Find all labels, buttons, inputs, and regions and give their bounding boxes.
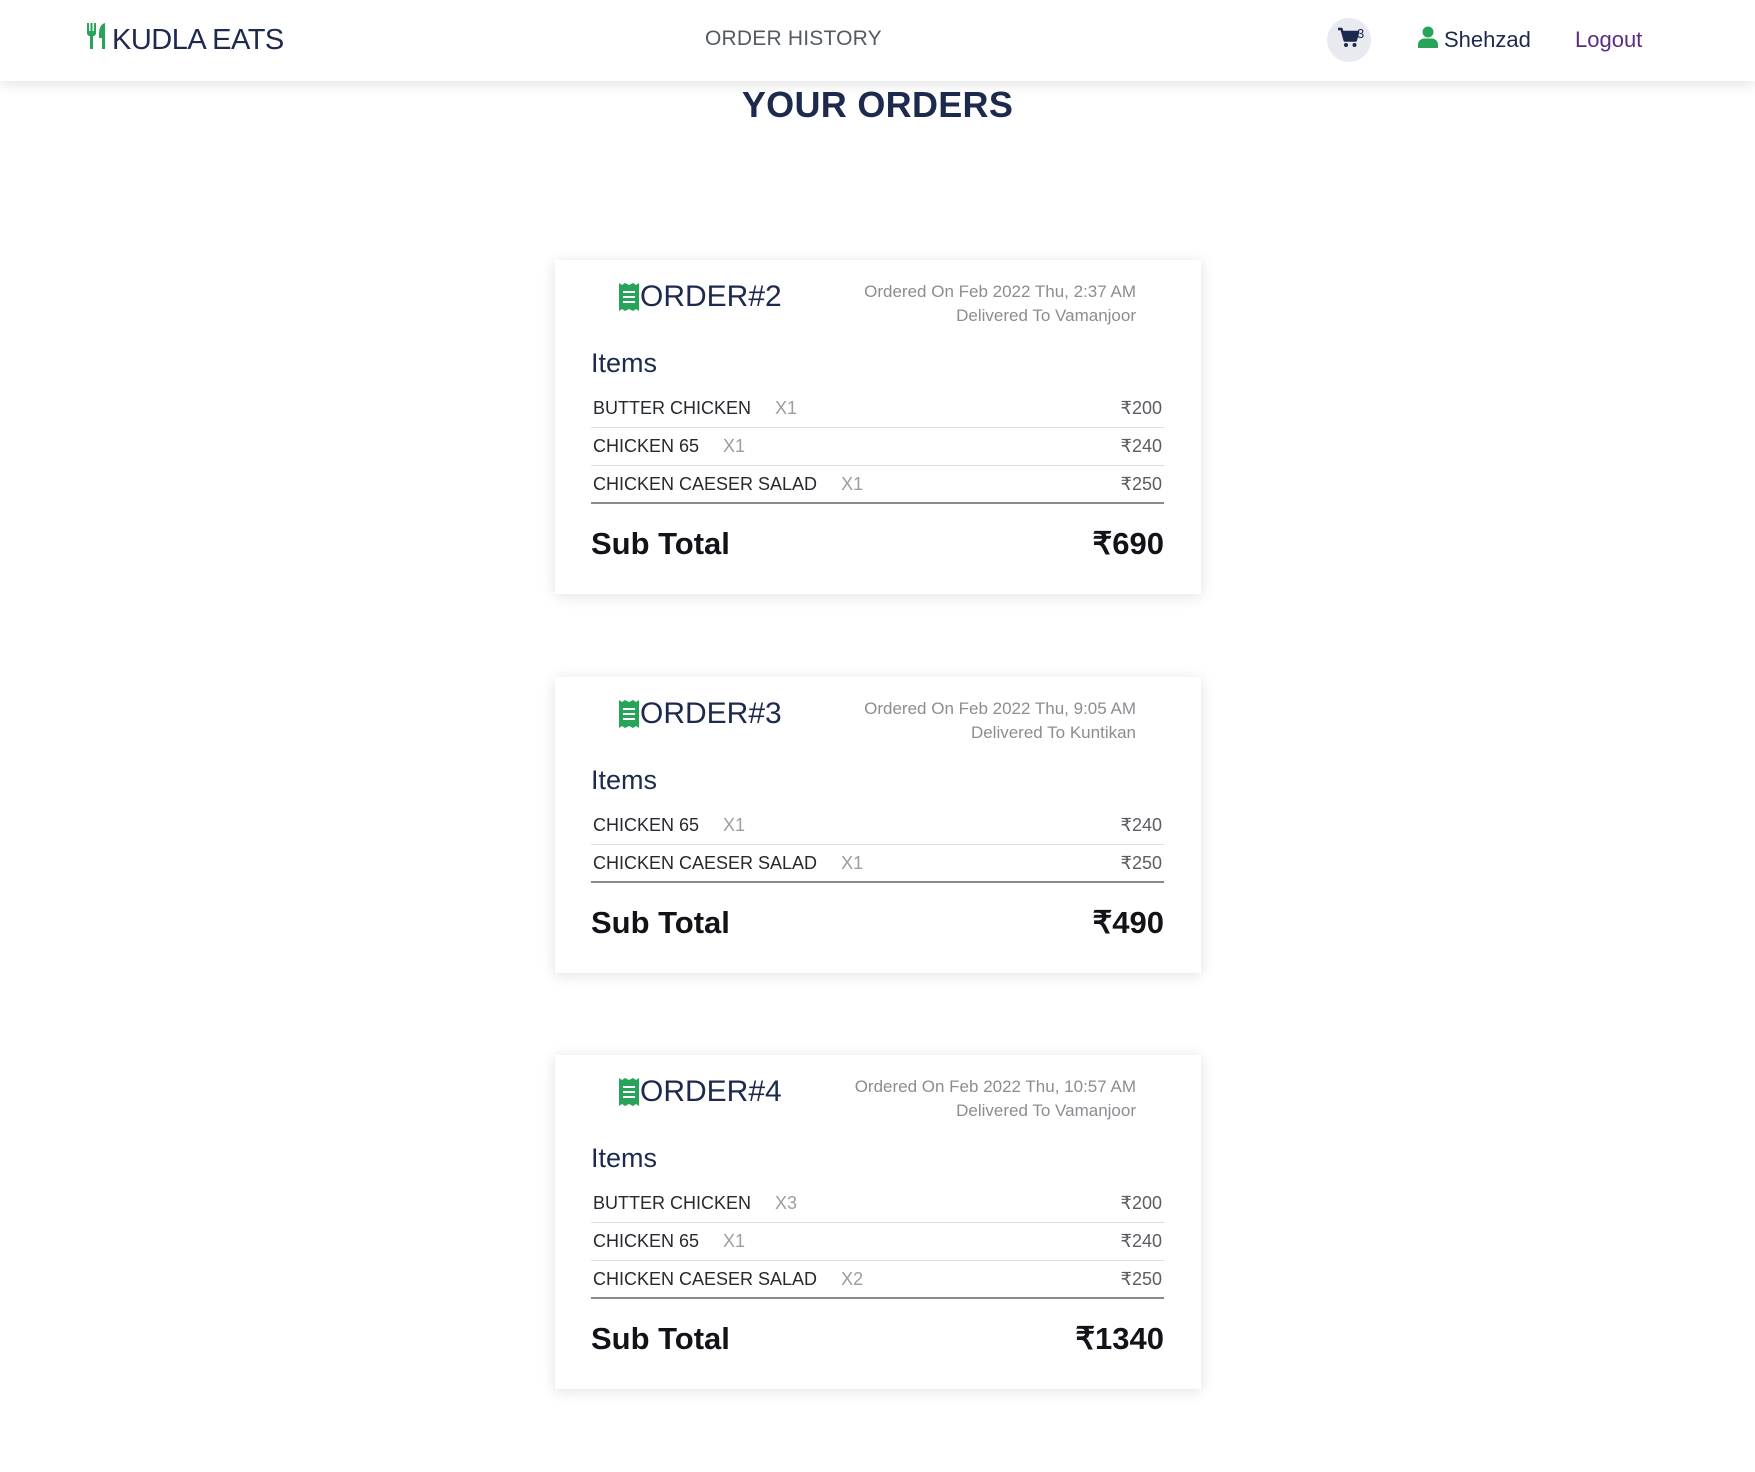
item-row: CHICKEN 65 X1 ₹240 — [591, 807, 1164, 845]
item-name: BUTTER CHICKEN — [593, 1193, 752, 1213]
items-heading: Items — [591, 765, 658, 795]
subtotal-amount: ₹490 — [1092, 905, 1164, 940]
item-price: ₹250 — [1120, 1268, 1162, 1289]
item-qty: X1 — [841, 852, 864, 873]
items-heading: Items — [591, 1143, 658, 1173]
item-name: BUTTER CHICKEN — [593, 398, 752, 418]
items-list: BUTTER CHICKEN X3 ₹200 CHICKEN 65 X1 ₹240 CHIC… — [591, 1185, 1164, 1299]
item-row: CHICKEN CAESER SALAD X2 ₹250 — [591, 1261, 1164, 1299]
items-heading: Items — [591, 348, 658, 378]
receipt-icon — [618, 1077, 640, 1107]
user-profile[interactable]: Shehzad — [1418, 26, 1531, 54]
brand-name: KUDLA EATS — [112, 23, 284, 56]
order-card: ORDER#4 Ordered On Feb 2022 Thu, 10:57 AM… — [555, 1055, 1201, 1389]
item-name: CHICKEN CAESER SALAD — [593, 852, 818, 873]
nav-order-history[interactable]: ORDER HISTORY — [705, 27, 882, 51]
item-name: CHICKEN 65 — [593, 815, 700, 835]
subtotal-row: Sub Total ₹490 — [591, 905, 1164, 941]
item-qty: X3 — [775, 1193, 798, 1213]
item-qty: X1 — [723, 436, 746, 456]
delivered-to: Delivered To Vamanjoor — [956, 1101, 1136, 1120]
page-title: YOUR ORDERS — [741, 84, 1014, 125]
order-id-text: ORDER#4 — [640, 1075, 782, 1108]
item-name: CHICKEN 65 — [593, 436, 700, 456]
item-row: BUTTER CHICKEN X3 ₹200 — [591, 1185, 1164, 1223]
item-price: ₹240 — [1120, 815, 1162, 835]
item-qty: X1 — [841, 473, 864, 494]
order-card: ORDER#2 Ordered On Feb 2022 Thu, 2:37 AM D… — [555, 260, 1201, 594]
subtotal-row: Sub Total ₹690 — [591, 526, 1164, 562]
subtotal-label: Sub Total — [591, 526, 730, 561]
subtotal-amount: ₹1340 — [1075, 1321, 1164, 1356]
order-card: ORDER#3 Ordered On Feb 2022 Thu, 9:05 AM D… — [555, 677, 1201, 973]
item-price: ₹250 — [1120, 473, 1162, 494]
item-row: BUTTER CHICKEN X1 ₹200 — [591, 390, 1164, 428]
receipt-icon — [618, 282, 640, 312]
items-list: BUTTER CHICKEN X1 ₹200 CHICKEN 65 X1 ₹240 CHIC… — [591, 390, 1164, 504]
item-price: ₹200 — [1120, 1193, 1162, 1213]
item-qty: X1 — [775, 398, 798, 418]
user-name: Shehzad — [1444, 27, 1531, 52]
receipt-icon — [618, 699, 640, 729]
item-qty: X1 — [723, 1231, 746, 1251]
order-meta: Ordered On Feb 2022 Thu, 2:37 AM Delivere… — [864, 280, 1136, 328]
item-row: CHICKEN CAESER SALAD X1 ₹250 — [591, 845, 1164, 883]
item-row: CHICKEN 65 X1 ₹240 — [591, 428, 1164, 466]
cart-button[interactable]: 3 — [1327, 18, 1371, 62]
item-name: CHICKEN 65 — [593, 1231, 700, 1251]
items-list: CHICKEN 65 X1 ₹240 CHICKEN CAESER SALAD X1 ₹2… — [591, 807, 1164, 883]
subtotal-amount: ₹690 — [1092, 526, 1164, 561]
logout-link[interactable]: Logout — [1575, 27, 1642, 53]
item-qty: X2 — [841, 1268, 864, 1289]
order-id: ORDER#3 — [618, 697, 782, 731]
item-name: CHICKEN CAESER SALAD — [593, 1268, 818, 1289]
delivered-to: Delivered To Vamanjoor — [956, 306, 1136, 325]
ordered-on: Ordered On Feb 2022 Thu, 2:37 AM — [864, 282, 1136, 301]
order-id-text: ORDER#2 — [640, 280, 782, 313]
order-id-text: ORDER#3 — [640, 697, 782, 730]
brand-logo[interactable]: KUDLA EATS — [86, 20, 284, 60]
ordered-on: Ordered On Feb 2022 Thu, 9:05 AM — [864, 699, 1136, 718]
item-price: ₹200 — [1120, 398, 1162, 418]
order-id: ORDER#4 — [618, 1075, 782, 1109]
order-id: ORDER#2 — [618, 280, 782, 314]
item-price: ₹250 — [1120, 852, 1162, 873]
item-row: CHICKEN CAESER SALAD X1 ₹250 — [591, 466, 1164, 504]
subtotal-row: Sub Total ₹1340 — [591, 1321, 1164, 1357]
order-meta: Ordered On Feb 2022 Thu, 9:05 AM Delivere… — [864, 697, 1136, 745]
item-row: CHICKEN 65 X1 ₹240 — [591, 1223, 1164, 1261]
item-price: ₹240 — [1120, 1231, 1162, 1251]
item-price: ₹240 — [1120, 436, 1162, 456]
ordered-on: Ordered On Feb 2022 Thu, 10:57 AM — [854, 1077, 1136, 1096]
item-name: CHICKEN CAESER SALAD — [593, 473, 818, 494]
order-meta: Ordered On Feb 2022 Thu, 10:57 AM Deliver… — [855, 1075, 1136, 1123]
delivered-to: Delivered To Kuntikan — [970, 723, 1136, 742]
user-icon — [1418, 26, 1444, 54]
subtotal-label: Sub Total — [591, 1321, 730, 1356]
cart-count-badge: 3 — [1357, 26, 1365, 41]
utensils-icon — [86, 22, 112, 58]
navbar: KUDLA EATS ORDER HISTORY 3 Shehzad Logou… — [0, 0, 1755, 81]
item-qty: X1 — [723, 815, 746, 835]
subtotal-label: Sub Total — [591, 905, 730, 940]
